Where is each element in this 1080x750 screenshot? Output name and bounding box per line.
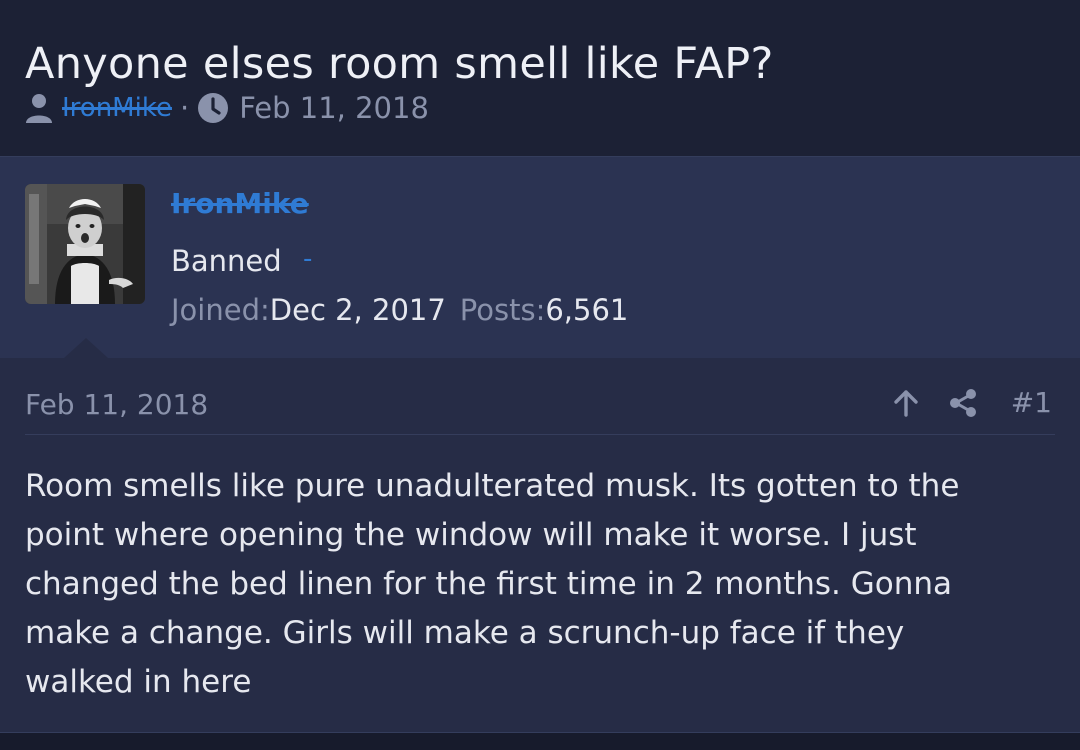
message-pointer — [64, 338, 108, 358]
posts-label: Posts: — [459, 293, 546, 327]
post-divider — [25, 434, 1055, 435]
meta-separator: · — [179, 91, 190, 125]
user-title: Banned — [171, 244, 282, 278]
clock-icon — [197, 92, 229, 124]
post-actions: #1 — [893, 386, 1052, 419]
thread-meta: IronMike · Feb 11, 2018 — [25, 90, 429, 126]
post-line: make a change. Girls will make a scrunch… — [25, 615, 905, 651]
avatar[interactable] — [25, 184, 145, 304]
user-stats: Joined:Dec 2, 2017 Posts:6,561 — [171, 293, 628, 327]
post-line: walked in here — [25, 664, 252, 700]
post-line: Room smells like pure unadulterated musk… — [25, 468, 960, 504]
thread-title: Anyone elses room smell like FAP? — [25, 38, 774, 89]
bottom-bar — [0, 732, 1080, 750]
post-user-block: IronMike Banned - Joined:Dec 2, 2017 Post… — [0, 156, 1080, 358]
thread-header: Anyone elses room smell like FAP? IronMi… — [0, 0, 1080, 156]
joined-value: Dec 2, 2017 — [269, 293, 446, 327]
post-number-link[interactable]: #1 — [1011, 386, 1052, 419]
post-message: Room smells like pure unadulterated musk… — [25, 462, 1055, 707]
posts-value: 6,561 — [545, 293, 629, 327]
joined-label: Joined: — [171, 293, 270, 327]
post-body: Feb 11, 2018 #1 Room smells like pure un… — [0, 358, 1080, 732]
thread-author-link[interactable]: IronMike — [62, 93, 172, 123]
share-icon[interactable] — [949, 388, 977, 418]
post-author-link[interactable]: IronMike — [171, 187, 309, 220]
user-title-suffix: - — [303, 244, 313, 274]
arrow-up-icon[interactable] — [893, 389, 919, 417]
post-line: changed the bed linen for the first time… — [25, 566, 953, 602]
post-date[interactable]: Feb 11, 2018 — [25, 388, 208, 421]
post-line: point where opening the window will make… — [25, 517, 917, 553]
thread-date[interactable]: Feb 11, 2018 — [239, 91, 429, 125]
user-icon — [25, 92, 53, 124]
